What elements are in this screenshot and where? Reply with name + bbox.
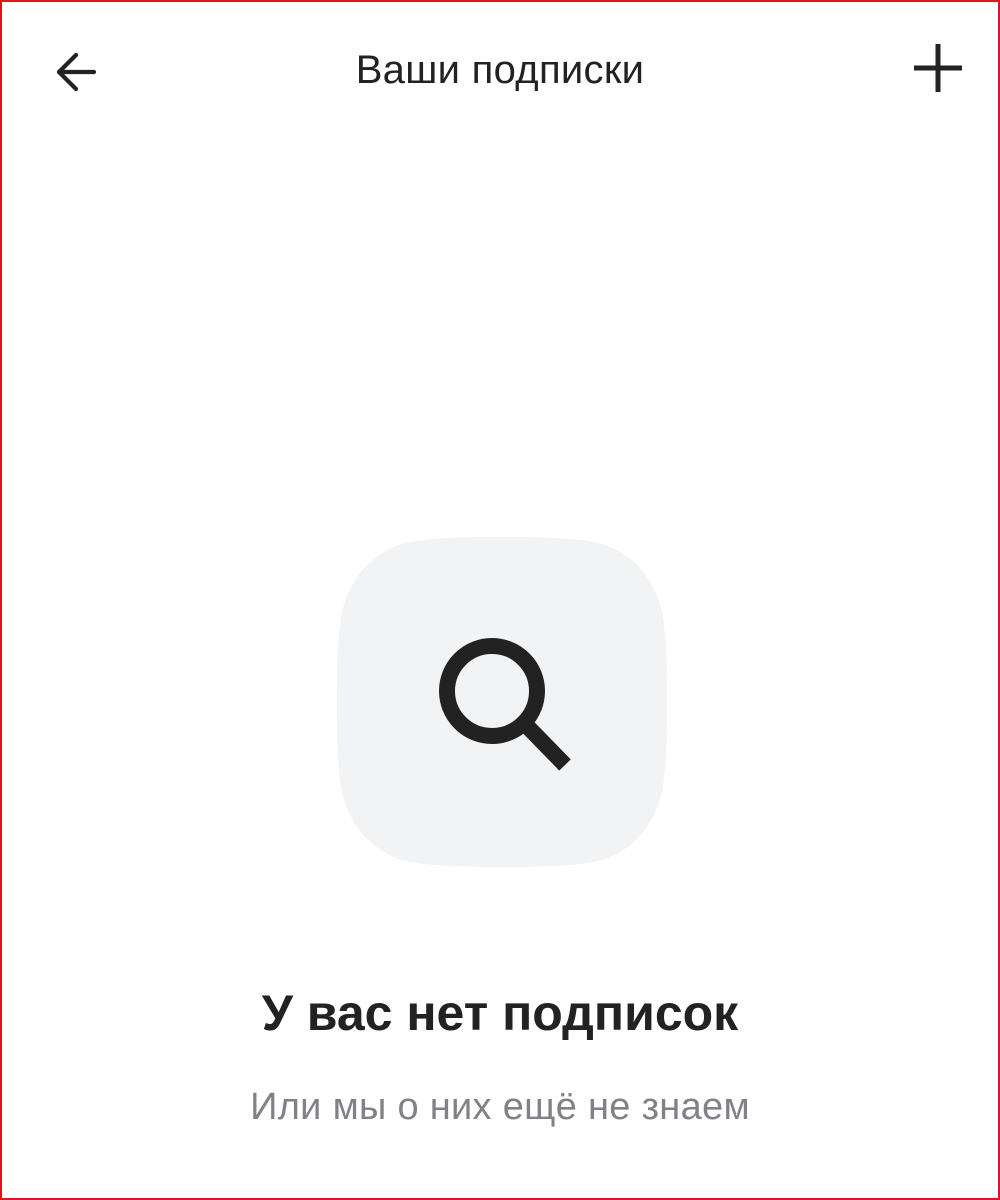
- plus-icon: [914, 44, 962, 92]
- empty-state-illustration: [335, 535, 669, 869]
- header: Ваши подписки: [2, 2, 998, 142]
- empty-state-subtitle: Или мы о них ещё не знаем: [250, 1086, 750, 1128]
- add-subscription-button[interactable]: [906, 36, 970, 100]
- empty-state-title: У вас нет подписок: [261, 985, 739, 1041]
- app-screen: Ваши подписки У вас нет подписок Или мы …: [0, 0, 1000, 1200]
- search-icon: [439, 638, 571, 771]
- page-title: Ваши подписки: [355, 48, 645, 92]
